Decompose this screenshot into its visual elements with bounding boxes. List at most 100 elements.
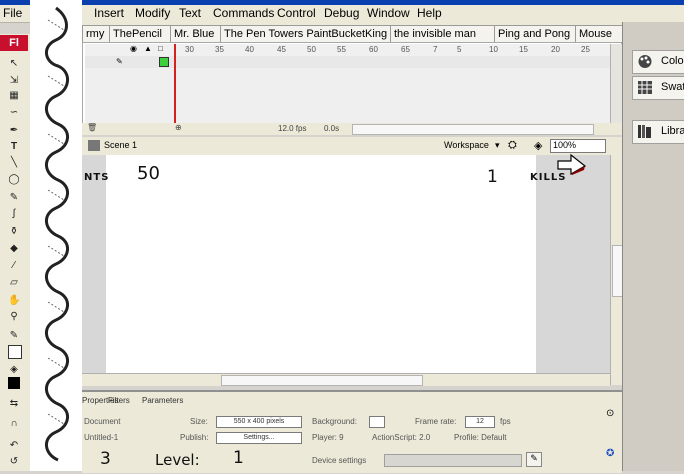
straighten-icon[interactable]: ↺: [8, 456, 20, 468]
hand-icon[interactable]: ✋: [8, 295, 20, 307]
menu-debug[interactable]: Debug: [324, 6, 359, 20]
stroke-color-icon[interactable]: ✎: [8, 330, 20, 342]
points-value: 50: [137, 163, 160, 184]
color-panel-label: Color: [661, 55, 684, 67]
swatches-panel-label: Swat: [661, 81, 684, 93]
swatches-panel-button[interactable]: Swat: [632, 76, 684, 100]
text-tool-icon[interactable]: T: [8, 141, 20, 153]
layer-color-swatch[interactable]: [159, 57, 169, 67]
pencil-icon[interactable]: ✎: [8, 192, 20, 204]
level-label: Level:: [155, 451, 200, 469]
menu-insert[interactable]: Insert: [94, 6, 124, 20]
filters-tab[interactable]: Filters: [108, 396, 130, 405]
frame-ruler[interactable]: 30 35 40 45 50 55 60 65 7 5 10 15 20 25: [85, 44, 610, 56]
tab-rmy[interactable]: rmy: [82, 25, 112, 42]
stroke-swatch[interactable]: [8, 345, 22, 359]
fill-color-icon[interactable]: ◈: [8, 364, 20, 376]
frame-number: 45: [277, 45, 286, 54]
device-settings-label: Device settings: [312, 456, 367, 465]
menu-modify[interactable]: Modify: [135, 6, 170, 20]
playhead[interactable]: [174, 44, 176, 135]
tab-invisible-man[interactable]: the invisible man: [390, 25, 496, 42]
frame-number: 50: [307, 45, 316, 54]
points-label: NTS: [84, 172, 110, 183]
menu-text[interactable]: Text: [179, 6, 201, 20]
oval-icon[interactable]: ◯: [8, 174, 20, 186]
settings-button[interactable]: Settings...: [216, 432, 302, 444]
help-icon[interactable]: ⊙: [606, 408, 614, 419]
timeline-footer: 🗑 ⊕ 12.0 fps 0.0s: [82, 123, 622, 135]
right-panel-dock: Color Swat Libra: [622, 22, 684, 471]
trash-icon[interactable]: 🗑: [87, 123, 97, 132]
lasso-icon[interactable]: ∽: [8, 107, 20, 119]
pen-icon[interactable]: ✒: [8, 125, 20, 137]
frame-number: 25: [581, 45, 590, 54]
tab-mr-blue[interactable]: Mr. Blue: [170, 25, 222, 42]
menu-help[interactable]: Help: [417, 6, 442, 20]
frame-number: 20: [551, 45, 560, 54]
device-settings-field[interactable]: [384, 454, 522, 467]
size-label: Size:: [190, 417, 208, 426]
stage[interactable]: [106, 155, 536, 373]
edit-pencil-icon[interactable]: ✎: [526, 452, 542, 467]
smooth-icon[interactable]: ↶: [8, 440, 20, 452]
frame-number: 40: [245, 45, 254, 54]
scene-label[interactable]: Scene 1: [104, 140, 137, 150]
library-panel-label: Libra: [661, 125, 684, 137]
menu-control[interactable]: Control: [277, 6, 316, 20]
brush-icon[interactable]: ∫: [8, 208, 20, 220]
zoom-field[interactable]: 100%: [550, 139, 606, 153]
paint-bucket-icon[interactable]: ◆: [8, 243, 20, 255]
timeline-hscroll[interactable]: [352, 124, 594, 135]
library-panel-button[interactable]: Libra: [632, 120, 684, 144]
actionscript-label: ActionScript: 2.0: [372, 433, 431, 442]
hscroll-thumb[interactable]: [221, 375, 423, 386]
swap-colors-icon[interactable]: ⇆: [8, 398, 20, 410]
center-frame-icon[interactable]: ⊕: [175, 123, 182, 132]
menu-bar: File Insert Modify Text Commands Control…: [0, 5, 684, 23]
tab-mouse[interactable]: Mouse: [575, 25, 623, 42]
document-name: Untitled-1: [84, 433, 119, 442]
eyedropper-icon[interactable]: ⁄: [8, 260, 20, 272]
edit-symbols-icon[interactable]: ⛭: [508, 139, 517, 152]
menu-window[interactable]: Window: [367, 6, 410, 20]
tab-ping-and-pong[interactable]: Ping and Pong: [494, 25, 578, 42]
frame-number: 30: [185, 45, 194, 54]
frame-number: 65: [401, 45, 410, 54]
options-icon[interactable]: ✪: [606, 448, 614, 459]
ink-bottle-icon[interactable]: ⚱: [8, 226, 20, 238]
color-panel-button[interactable]: Color: [632, 50, 684, 74]
outline-icon[interactable]: □: [158, 44, 163, 53]
edit-scene-icon[interactable]: ◈: [534, 139, 542, 152]
frame-number: 7: [433, 45, 438, 54]
snap-icon[interactable]: ∩: [8, 418, 20, 430]
document-tabs: rmy ThePencil Mr. Blue The Pen Towers Pa…: [82, 22, 623, 42]
zoom-icon[interactable]: ⚲: [8, 311, 20, 323]
frame-number: 15: [519, 45, 528, 54]
frame-rate-input[interactable]: 12: [465, 416, 495, 428]
chevron-down-icon: ▾: [495, 140, 500, 150]
parameters-tab[interactable]: Parameters: [142, 396, 183, 405]
lock-icon[interactable]: ▲: [144, 44, 152, 53]
menu-file[interactable]: File: [3, 6, 22, 20]
workspace-dropdown[interactable]: Workspace: [444, 140, 489, 150]
pencil-edit-icon: ✎: [116, 57, 123, 66]
menu-commands[interactable]: Commands: [213, 6, 274, 20]
stage-hscroll[interactable]: [82, 373, 610, 386]
scene-icon: [88, 140, 100, 151]
subselect-icon[interactable]: ⇲: [8, 75, 20, 87]
arrow-icon[interactable]: ↖: [8, 58, 20, 70]
fill-swatch[interactable]: [8, 377, 20, 389]
eraser-icon[interactable]: ▱: [8, 277, 20, 289]
tab-thepencil[interactable]: ThePencil: [109, 25, 172, 42]
background-swatch[interactable]: [369, 416, 385, 428]
eye-icon[interactable]: ◉: [130, 44, 137, 53]
size-button[interactable]: 550 x 400 pixels: [216, 416, 302, 428]
mouse-cursor-icon: [557, 153, 587, 178]
profile-label: Profile: Default: [454, 433, 507, 442]
tab-pen-towers[interactable]: The Pen Towers PaintBucketKing: [220, 25, 392, 42]
transform-icon[interactable]: ▦: [8, 90, 20, 102]
publish-label: Publish:: [180, 433, 209, 442]
timeline-body: [85, 68, 610, 123]
line-icon[interactable]: ╲: [8, 157, 20, 169]
